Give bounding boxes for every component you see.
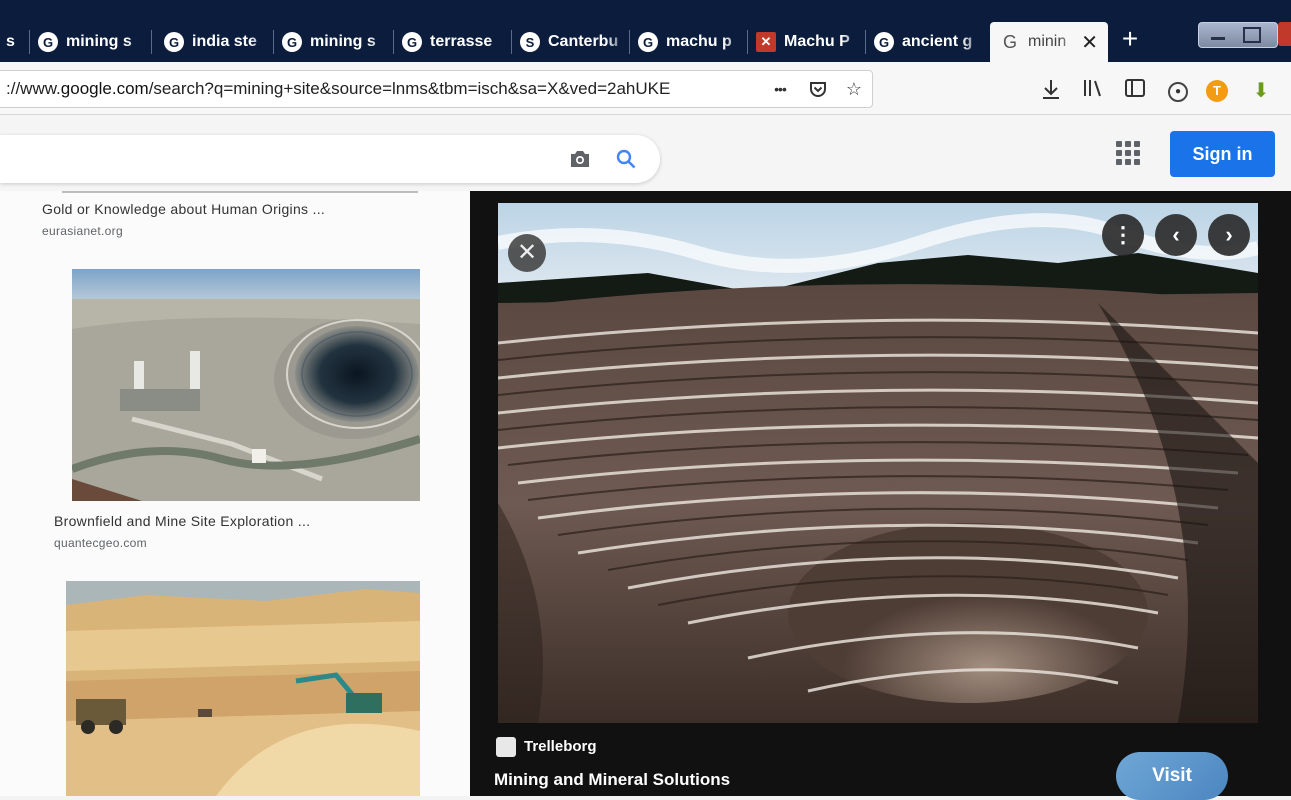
image-preview-panel: [470, 191, 1291, 796]
tab-3[interactable]: G mining s: [282, 22, 394, 62]
tab-8[interactable]: G ancient g: [874, 22, 986, 62]
sign-in-button[interactable]: Sign in: [1170, 131, 1275, 177]
more-options-icon[interactable]: ⋮: [1102, 214, 1144, 256]
download-helper-icon[interactable]: ⬇: [1248, 78, 1274, 104]
tab-label: s: [6, 33, 15, 50]
tab-2[interactable]: G india ste: [164, 22, 274, 62]
tab-strip: s G mining s G india ste G mining s G te…: [0, 0, 1291, 62]
address-bar[interactable]: ://www.google.com/search?q=mining+site&s…: [0, 70, 873, 108]
close-window-button[interactable]: [1278, 22, 1291, 46]
preview-image[interactable]: [498, 203, 1258, 723]
result-title[interactable]: Gold or Knowledge about Human Origins ..…: [42, 201, 325, 217]
url-path: /search?q=mining+site&source=lnms&tbm=is…: [148, 79, 671, 98]
search-icon[interactable]: [612, 145, 640, 173]
divider: [62, 191, 418, 193]
bookmark-star-icon[interactable]: ☆: [840, 75, 868, 103]
tab-label: Canterbu: [548, 33, 619, 50]
window-controls: [1198, 22, 1278, 48]
next-image-icon[interactable]: ›: [1208, 214, 1250, 256]
google-apps-icon[interactable]: [1116, 141, 1140, 165]
tab-4[interactable]: G terrasse: [402, 22, 512, 62]
google-header: Sign in: [0, 115, 1291, 191]
preview-title[interactable]: Mining and Mineral Solutions: [494, 770, 730, 790]
result-source[interactable]: quantecgeo.com: [54, 536, 147, 550]
close-tab-icon[interactable]: ✕: [1081, 30, 1098, 55]
google-g-icon: G: [1002, 31, 1017, 52]
google-g-icon: G: [38, 32, 58, 52]
google-g-icon: G: [402, 32, 422, 52]
library-icon[interactable]: [1080, 78, 1106, 104]
result-thumbnail-open-pit[interactable]: [72, 269, 420, 501]
tab-6[interactable]: G machu p: [638, 22, 748, 62]
result-thumbnail-sand-mine[interactable]: [66, 581, 420, 796]
url-prefix: ://www.: [6, 79, 61, 98]
tab-1[interactable]: G mining s: [38, 22, 152, 62]
tab-0[interactable]: s: [0, 22, 30, 62]
visit-button[interactable]: Visit: [1116, 752, 1228, 800]
tab-label: terrasse: [430, 33, 493, 50]
camera-icon[interactable]: [566, 145, 594, 173]
navigation-bar: ://www.google.com/search?q=mining+site&s…: [0, 62, 1291, 115]
download-icon[interactable]: [1038, 78, 1064, 104]
google-g-icon: G: [638, 32, 658, 52]
tab-active[interactable]: G minin ✕: [990, 22, 1108, 62]
extension-icon[interactable]: T: [1206, 80, 1228, 102]
minimize-icon[interactable]: [1211, 33, 1225, 40]
tab-label: mining s: [66, 33, 132, 50]
sidebar-icon[interactable]: [1122, 78, 1148, 104]
tab-label: minin: [1028, 33, 1067, 50]
page-actions-icon[interactable]: •••: [766, 75, 794, 103]
google-g-icon: G: [164, 32, 184, 52]
url-text[interactable]: ://www.google.com/search?q=mining+site&s…: [6, 79, 726, 99]
tab-label: machu p: [666, 33, 732, 50]
account-icon[interactable]: ●: [1168, 82, 1188, 102]
site-s-icon: S: [520, 32, 540, 52]
result-source[interactable]: eurasianet.org: [42, 224, 123, 238]
google-g-icon: G: [874, 32, 894, 52]
tab-7[interactable]: ✕ Machu P: [756, 22, 866, 62]
tab-label: ancient g: [902, 33, 973, 50]
new-tab-button[interactable]: +: [1112, 22, 1148, 58]
preview-source-name[interactable]: Trelleborg: [524, 738, 597, 755]
search-box[interactable]: [0, 135, 660, 183]
result-title[interactable]: Brownfield and Mine Site Exploration ...: [54, 513, 310, 529]
tab-label: mining s: [310, 33, 376, 50]
google-g-icon: G: [282, 32, 302, 52]
maximize-icon[interactable]: [1243, 27, 1261, 43]
tab-label: india ste: [192, 33, 257, 50]
tab-5[interactable]: S Canterbu: [520, 22, 630, 62]
tab-label: Machu P: [784, 33, 850, 50]
source-logo-icon: [496, 737, 516, 757]
url-host: google.com: [60, 79, 149, 98]
site-logo-icon: ✕: [756, 32, 776, 52]
previous-image-icon[interactable]: ‹: [1155, 214, 1197, 256]
close-preview-button[interactable]: ✕: [508, 234, 546, 272]
pocket-icon[interactable]: [804, 75, 832, 103]
image-results: Gold or Knowledge about Human Origins ..…: [0, 191, 470, 796]
